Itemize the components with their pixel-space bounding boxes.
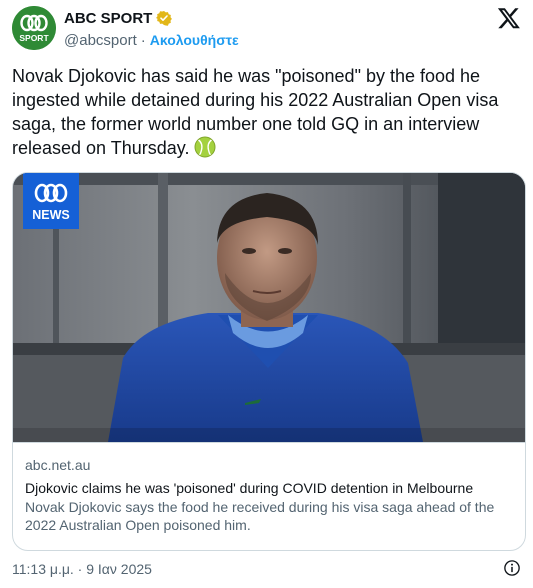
card-domain: abc.net.au — [25, 457, 91, 473]
avatar-label: SPORT — [19, 33, 49, 43]
follow-button[interactable]: Ακολουθήστε — [150, 32, 239, 48]
verified-badge-icon — [156, 10, 173, 26]
tweet-text: Novak Djokovic has said he was "poisoned… — [12, 64, 522, 160]
avatar[interactable]: SPORT — [12, 6, 56, 50]
card-description: Novak Djokovic says the food he received… — [25, 499, 495, 533]
card-image[interactable]: NEWS — [13, 173, 525, 442]
handle[interactable]: @abcsport — [64, 32, 137, 49]
tweet-body: Novak Djokovic has said he was "poisoned… — [12, 66, 499, 158]
separator-dot: · — [140, 31, 146, 49]
abc-logo-icon: SPORT — [12, 6, 56, 50]
tweet-timestamp[interactable]: 11:13 μ.μ. · 9 Ιαν 2025 — [12, 561, 152, 577]
info-icon[interactable] — [503, 559, 521, 577]
news-logo-label: NEWS — [32, 208, 70, 222]
interview-photo — [13, 173, 525, 442]
card-body[interactable]: abc.net.au Djokovic claims he was 'poiso… — [13, 442, 525, 550]
tennis-ball-icon — [194, 136, 216, 158]
link-card[interactable]: NEWS abc.net.au Djokovic claims he was '… — [12, 172, 526, 551]
card-title[interactable]: Djokovic claims he was 'poisoned' during… — [25, 479, 515, 497]
tweet-header: SPORT ABC SPORT @abcsport · Ακολουθήστε — [12, 6, 521, 50]
display-name[interactable]: ABC SPORT — [64, 10, 152, 27]
x-logo-icon[interactable] — [497, 6, 521, 30]
abc-news-logo: NEWS — [23, 173, 79, 229]
